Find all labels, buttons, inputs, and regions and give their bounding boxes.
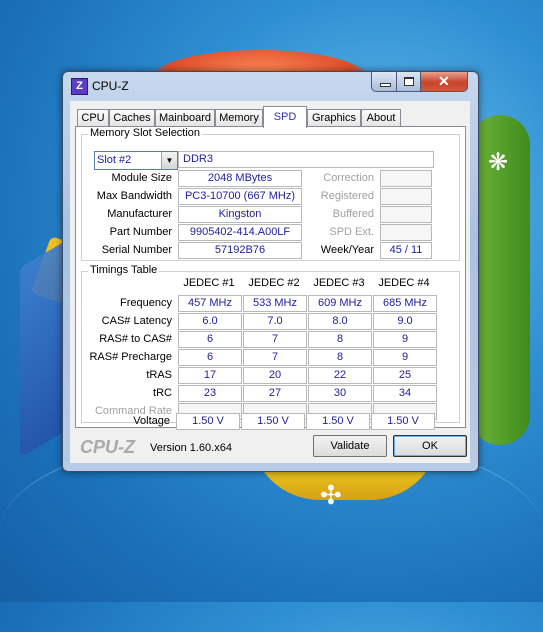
timing-row-label: Frequency [120, 297, 172, 309]
timing-cell: 1.50 V [371, 413, 435, 430]
timing-cell: 22 [308, 367, 372, 384]
timing-cell: 6 [178, 331, 242, 348]
part-number-field: 9905402-414.A00LF [178, 224, 302, 241]
module-size-field: 2048 MBytes [178, 170, 302, 187]
tab-mainboard[interactable]: Mainboard [155, 109, 215, 127]
tab-memory[interactable]: Memory [215, 109, 263, 127]
maximize-icon [404, 77, 414, 86]
window-client: CPU Caches Mainboard Memory SPD Graphics… [70, 101, 470, 463]
version-text: Version 1.60.x64 [150, 442, 232, 454]
cpuz-app-icon: Z [71, 78, 88, 95]
timing-cell: 23 [178, 385, 242, 402]
timing-row-label: tRAS [146, 369, 172, 381]
timing-cell: 9 [373, 331, 437, 348]
timing-row-label: CAS# Latency [101, 315, 172, 327]
tab-caches[interactable]: Caches [109, 109, 155, 127]
tab-graphics[interactable]: Graphics [307, 109, 361, 127]
timings-table-group: Timings Table JEDEC #1 JEDEC #2 JEDEC #3… [81, 264, 460, 423]
correction-field [380, 170, 432, 187]
timing-row-label: RAS# to CAS# [99, 333, 172, 345]
timing-cell: 1.50 V [241, 413, 305, 430]
timing-cell: 8.0 [308, 313, 372, 330]
timings-table-title: Timings Table [88, 264, 160, 276]
cpuz-window: Z CPU-Z ✕ CPU Caches Mainboard Memory SP… [62, 71, 479, 472]
module-size-label: Module Size [111, 172, 172, 184]
timing-cell: 9.0 [373, 313, 437, 330]
registered-label: Registered [320, 190, 374, 202]
timing-row-label: Voltage [133, 415, 170, 427]
memory-slot-group-title: Memory Slot Selection [88, 127, 203, 139]
manufacturer-field: Kingston [178, 206, 302, 223]
timings-col-header: JEDEC #3 [313, 277, 365, 289]
correction-label: Correction [323, 172, 374, 184]
timing-cell: 7 [243, 349, 307, 366]
timing-cell: 17 [178, 367, 242, 384]
slot-select-value: Slot #2 [97, 154, 132, 166]
part-number-label: Part Number [109, 226, 172, 238]
timing-cell: 8 [308, 349, 372, 366]
tab-spd[interactable]: SPD [263, 106, 307, 128]
chevron-down-icon[interactable]: ▼ [161, 152, 177, 169]
close-button[interactable]: ✕ [420, 72, 468, 92]
serial-number-label: Serial Number [101, 244, 172, 256]
maximize-button[interactable] [396, 72, 422, 92]
serial-number-field: 57192B76 [178, 242, 302, 259]
timing-cell: 9 [373, 349, 437, 366]
spd-tab-panel: Memory Slot Selection Slot #2 ▼ DDR3 Mod… [75, 126, 466, 428]
max-bandwidth-field: PC3-10700 (667 MHz) [178, 188, 302, 205]
tab-about[interactable]: About [361, 109, 401, 127]
timing-cell: 8 [308, 331, 372, 348]
close-icon: ✕ [438, 73, 450, 89]
timings-col-header: JEDEC #2 [248, 277, 300, 289]
timing-row-label: RAS# Precharge [89, 351, 172, 363]
minimize-icon [380, 83, 391, 87]
tab-cpu[interactable]: CPU [77, 109, 109, 127]
spd-ext-field [380, 224, 432, 241]
timing-cell: 685 MHz [373, 295, 437, 312]
title-bar[interactable]: Z CPU-Z ✕ [63, 72, 478, 100]
window-title: CPU-Z [92, 79, 129, 93]
minimize-button[interactable] [371, 72, 398, 92]
timing-row-label: tRC [153, 387, 172, 399]
butterfly-icon: ✣ [320, 480, 342, 510]
timing-cell: 20 [243, 367, 307, 384]
timing-cell: 6 [178, 349, 242, 366]
max-bandwidth-label: Max Bandwidth [96, 190, 172, 202]
footer: CPU-Z Version 1.60.x64 Validate OK [70, 429, 470, 463]
timing-cell: 7 [243, 331, 307, 348]
timing-cell: 7.0 [243, 313, 307, 330]
ok-button[interactable]: OK [393, 435, 467, 457]
memory-slot-group: Memory Slot Selection Slot #2 ▼ DDR3 Mod… [81, 127, 460, 261]
timing-cell: 34 [373, 385, 437, 402]
timing-cell: 6.0 [178, 313, 242, 330]
timing-cell: 1.50 V [176, 413, 240, 430]
timing-cell: 30 [308, 385, 372, 402]
timings-col-header: JEDEC #1 [183, 277, 235, 289]
week-year-label: Week/Year [320, 244, 374, 256]
buffered-field [380, 206, 432, 223]
spd-ext-label: SPD Ext. [329, 226, 374, 238]
cpuz-logo: CPU-Z [80, 437, 135, 457]
timing-cell: 27 [243, 385, 307, 402]
week-year-field: 45 / 11 [380, 242, 432, 259]
buffered-label: Buffered [332, 208, 374, 220]
timing-cell: 1.50 V [306, 413, 370, 430]
slot-select[interactable]: Slot #2 ▼ [94, 151, 178, 170]
registered-field [380, 188, 432, 205]
timing-cell: 25 [373, 367, 437, 384]
timing-cell: 457 MHz [178, 295, 242, 312]
memory-type-field: DDR3 [178, 151, 434, 168]
validate-button[interactable]: Validate [313, 435, 387, 457]
timing-cell: 609 MHz [308, 295, 372, 312]
timing-cell: 533 MHz [243, 295, 307, 312]
manufacturer-label: Manufacturer [107, 208, 172, 220]
butterfly-icon: ❋ [488, 149, 509, 176]
timings-col-header: JEDEC #4 [378, 277, 430, 289]
